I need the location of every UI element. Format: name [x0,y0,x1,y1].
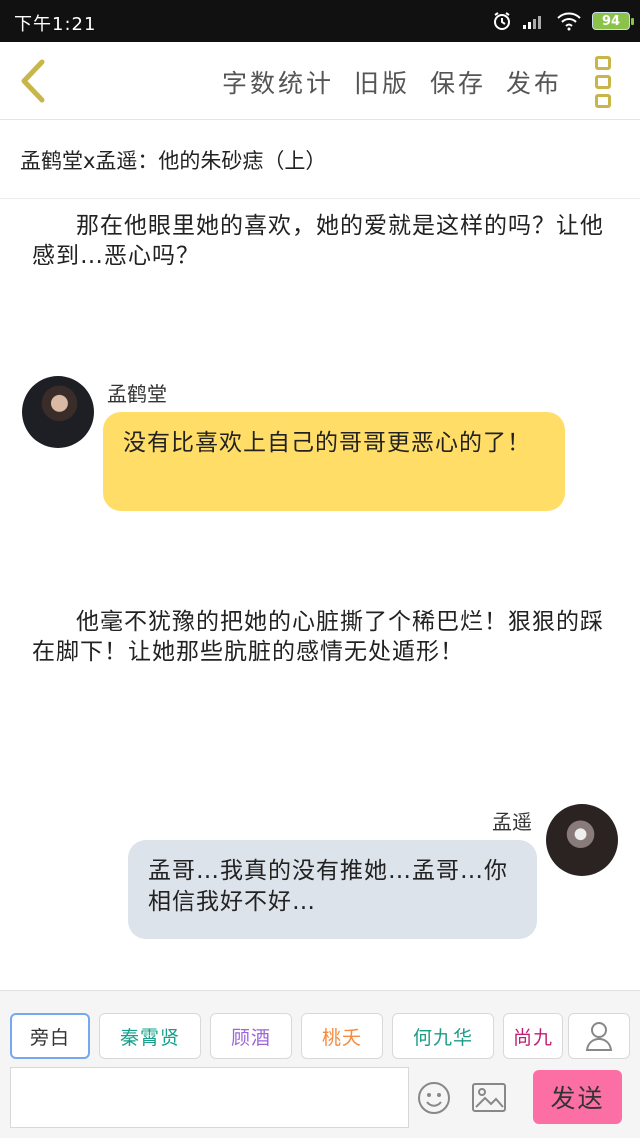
status-icons: 94 [492,9,634,33]
send-button[interactable]: 发送 [533,1070,622,1124]
role-tab[interactable]: 尚九 [503,1013,563,1059]
more-dot [595,56,611,70]
profile-button[interactable] [568,1013,630,1059]
old-version-button[interactable]: 旧版 [354,64,410,100]
alarm-icon [494,12,510,30]
role-tab[interactable]: 桃夭 [301,1013,383,1059]
image-button[interactable] [471,1082,507,1113]
profile-icon [585,1022,613,1051]
message-input[interactable] [10,1067,409,1128]
speaker-name: 孟鹤堂 [107,382,167,406]
word-count-button[interactable]: 字数统计 [222,64,334,100]
speaker-name: 孟遥 [492,810,532,834]
dialogue-bubble[interactable]: 孟哥…我真的没有推她…孟哥…你相信我好不好… [128,840,537,939]
more-menu-icon[interactable] [595,56,615,108]
avatar[interactable] [22,376,94,448]
status-bar: 下午1:21 94 [0,0,640,42]
emoji-icon [418,1082,450,1114]
dialogue-bubble[interactable]: 没有比喜欢上自己的哥哥更恶心的了！ [103,412,565,511]
role-tab[interactable]: 顾酒 [210,1013,292,1059]
role-tab[interactable]: 何九华 [392,1013,494,1059]
role-tab[interactable]: 秦霄贤 [99,1013,201,1059]
role-tabs: 旁白 秦霄贤 顾酒 桃夭 何九华 尚九 [10,1013,563,1059]
wifi-icon [557,12,581,31]
editor-toolbar: 字数统计 旧版 保存 发布 [0,42,640,120]
narration-text[interactable]: 他毫不犹豫的把她的心脏撕了个稀巴烂！狠狠的踩在脚下！让她那些肮脏的感情无处遁形！ [32,607,612,667]
more-dot [595,94,611,108]
publish-button[interactable]: 发布 [506,64,562,100]
back-button[interactable] [14,56,54,106]
toolbar-actions: 字数统计 旧版 保存 发布 [222,64,562,100]
document-title[interactable]: 孟鹤堂x孟遥：他的朱砂痣（上） [20,145,326,175]
battery-icon: 94 [592,12,634,30]
more-dot [595,75,611,89]
chevron-left-icon [21,59,45,103]
signal-icon [523,16,541,29]
avatar[interactable] [546,804,618,876]
emoji-button[interactable] [417,1081,451,1115]
image-icon [472,1083,506,1112]
status-time: 下午1:21 [14,14,97,35]
title-bar: 孟鹤堂x孟遥：他的朱砂痣（上） [0,121,640,199]
save-button[interactable]: 保存 [430,64,486,100]
role-tab-narration[interactable]: 旁白 [10,1013,90,1059]
narration-text[interactable]: 那在他眼里她的喜欢，她的爱就是这样的吗？让他感到…恶心吗？ [32,211,612,271]
